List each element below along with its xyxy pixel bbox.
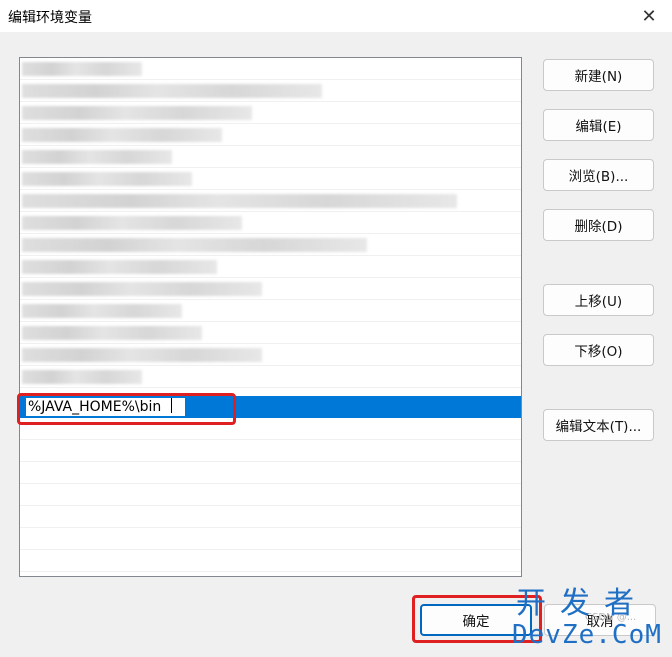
list-item[interactable]	[20, 300, 521, 322]
list-item[interactable]	[20, 58, 521, 80]
input-highlight-box	[17, 393, 236, 425]
list-item[interactable]	[20, 212, 521, 234]
list-item[interactable]	[20, 344, 521, 366]
list-item[interactable]	[20, 80, 521, 102]
list-item[interactable]	[20, 322, 521, 344]
list-item[interactable]	[20, 234, 521, 256]
ok-highlight-box	[412, 595, 542, 643]
list-item[interactable]	[20, 146, 521, 168]
csdn-watermark: CSDN @...	[585, 612, 637, 623]
list-item[interactable]	[20, 506, 521, 528]
move-down-button[interactable]: 下移(O)	[543, 334, 654, 366]
list-item[interactable]	[20, 278, 521, 300]
browse-button[interactable]: 浏览(B)...	[543, 159, 654, 191]
list-item[interactable]	[20, 256, 521, 278]
list-item[interactable]	[20, 102, 521, 124]
list-item[interactable]	[20, 168, 521, 190]
list-item[interactable]	[20, 528, 521, 550]
edit-button[interactable]: 编辑(E)	[543, 109, 654, 141]
close-icon[interactable]: ✕	[626, 0, 672, 32]
new-button[interactable]: 新建(N)	[543, 59, 654, 91]
list-item[interactable]	[20, 550, 521, 572]
list-item[interactable]	[20, 484, 521, 506]
list-item[interactable]	[20, 366, 521, 388]
edit-text-button[interactable]: 编辑文本(T)...	[543, 409, 654, 441]
list-item[interactable]	[20, 124, 521, 146]
delete-button[interactable]: 删除(D)	[543, 209, 654, 241]
title-bar: 编辑环境变量 ✕	[0, 0, 672, 32]
window-title: 编辑环境变量	[8, 10, 92, 26]
list-item[interactable]	[20, 462, 521, 484]
move-up-button[interactable]: 上移(U)	[543, 284, 654, 316]
list-item[interactable]	[20, 440, 521, 462]
list-item[interactable]	[20, 190, 521, 212]
path-list[interactable]: %JAVA_HOME%\bin	[19, 57, 522, 577]
